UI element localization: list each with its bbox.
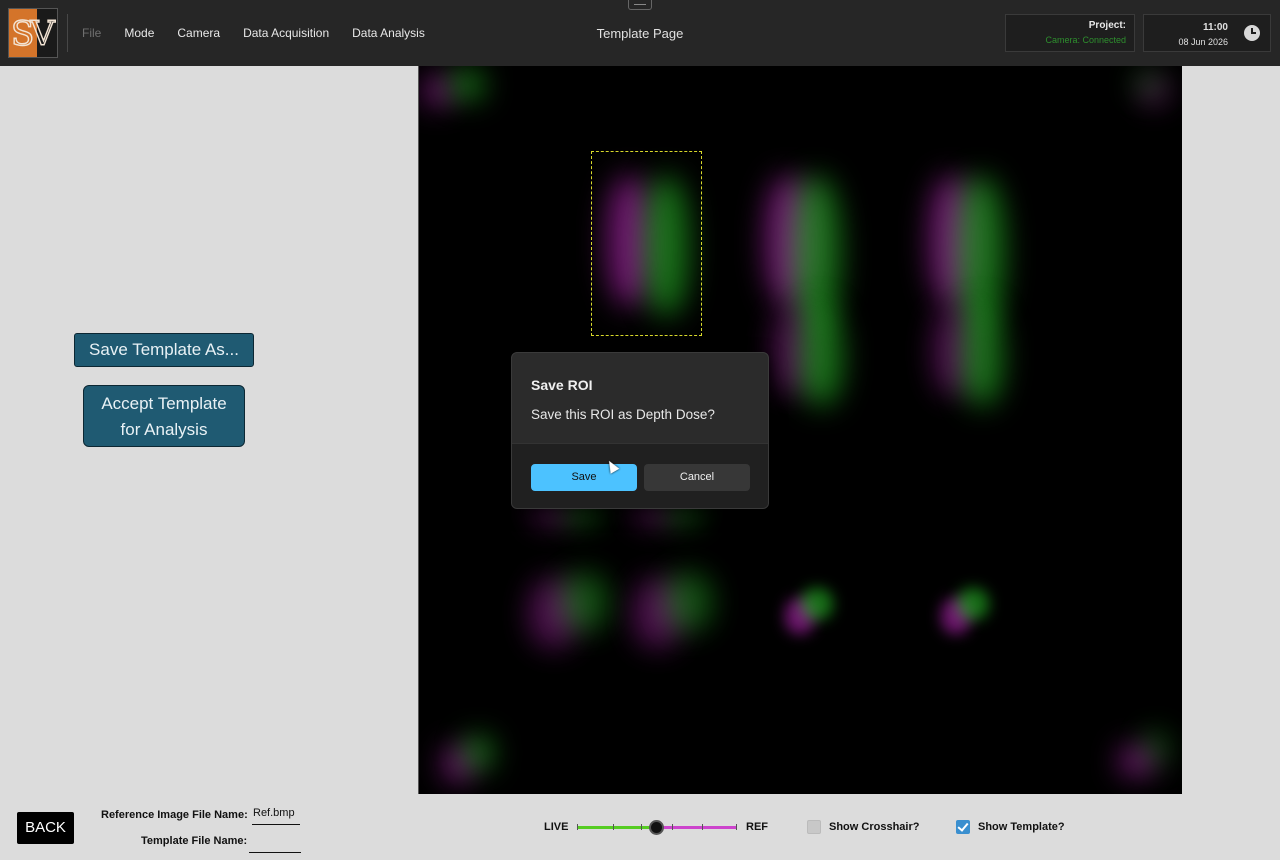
accept-template-label-line2: for Analysis bbox=[120, 420, 208, 439]
page-title: Template Page bbox=[596, 26, 684, 41]
accept-template-button[interactable]: Accept Template for Analysis bbox=[83, 385, 245, 447]
app-logo: SV bbox=[8, 8, 58, 58]
show-template-checkbox[interactable] bbox=[956, 820, 970, 834]
show-crosshair-label: Show Crosshair? bbox=[829, 821, 920, 833]
time-display: 11:00 bbox=[1202, 22, 1228, 33]
dialog-save-button[interactable]: Save bbox=[531, 464, 637, 491]
menu-data-analysis[interactable]: Data Analysis bbox=[352, 26, 425, 40]
dialog-title: Save ROI bbox=[531, 377, 593, 393]
bottom-bar: BACK Reference Image File Name: Ref.bmp … bbox=[0, 794, 1280, 860]
menu-data-acquisition[interactable]: Data Acquisition bbox=[243, 26, 329, 40]
project-status-panel: Project: Camera: Connected bbox=[1005, 14, 1135, 52]
clock-icon[interactable] bbox=[1244, 25, 1260, 41]
project-label: Project: bbox=[1088, 20, 1126, 31]
image-spot bbox=[559, 572, 609, 632]
dose-column bbox=[955, 176, 1005, 326]
slider-tick bbox=[613, 824, 614, 830]
divider bbox=[67, 14, 68, 52]
template-file-label: Template File Name: bbox=[141, 835, 248, 847]
camera-status: Camera: Connected bbox=[1045, 35, 1126, 45]
drag-handle-icon[interactable] bbox=[628, 0, 652, 10]
image-spot bbox=[801, 588, 833, 620]
reference-image-label: Reference Image File Name: bbox=[101, 809, 248, 821]
image-spot bbox=[663, 572, 713, 632]
dose-column bbox=[791, 176, 841, 326]
menu-file[interactable]: File bbox=[82, 26, 101, 40]
ref-label: REF bbox=[746, 821, 768, 833]
dialog-cancel-button[interactable]: Cancel bbox=[644, 464, 750, 491]
slider-tick bbox=[736, 824, 737, 830]
live-ref-slider-thumb[interactable] bbox=[649, 820, 664, 835]
dialog-footer: Save Cancel bbox=[512, 443, 768, 508]
slider-tick bbox=[702, 824, 703, 830]
show-template-label: Show Template? bbox=[978, 821, 1065, 833]
image-spot bbox=[463, 736, 493, 770]
image-spot bbox=[1133, 70, 1163, 96]
slider-tick bbox=[641, 824, 642, 830]
roi-selection-box[interactable] bbox=[591, 151, 702, 336]
template-file-field[interactable] bbox=[249, 835, 301, 853]
save-roi-dialog: Save ROI Save this ROI as Depth Dose? Sa… bbox=[511, 352, 769, 509]
save-template-as-button[interactable]: Save Template As... bbox=[74, 333, 254, 367]
dose-column bbox=[799, 306, 843, 406]
back-button[interactable]: BACK bbox=[17, 812, 74, 844]
image-spot bbox=[1143, 730, 1169, 766]
image-spot bbox=[449, 70, 485, 100]
menu-camera[interactable]: Camera bbox=[177, 26, 220, 40]
dialog-message: Save this ROI as Depth Dose? bbox=[531, 407, 715, 422]
menu-bar: File Mode Camera Data Acquisition Data A… bbox=[82, 26, 448, 40]
slider-tick bbox=[577, 824, 578, 830]
top-bar: SV File Mode Camera Data Acquisition Dat… bbox=[0, 0, 1280, 66]
slider-tick bbox=[672, 824, 673, 830]
menu-mode[interactable]: Mode bbox=[124, 26, 154, 40]
accept-template-label-line1: Accept Template bbox=[101, 394, 227, 413]
dose-column bbox=[961, 306, 1003, 406]
reference-image-field[interactable]: Ref.bmp bbox=[252, 807, 300, 825]
date-display: 08 Jun 2026 bbox=[1178, 37, 1228, 47]
show-crosshair-checkbox[interactable] bbox=[807, 820, 821, 834]
image-spot bbox=[957, 588, 989, 620]
live-label: LIVE bbox=[544, 821, 569, 833]
